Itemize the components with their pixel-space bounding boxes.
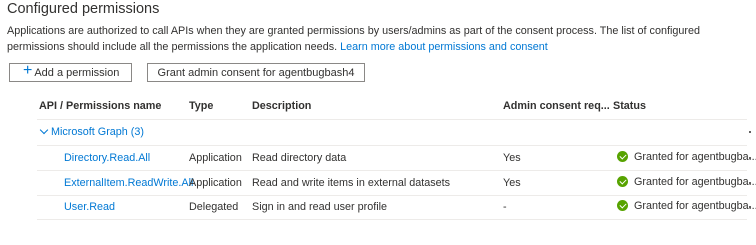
status-text: Granted for agentbugba... bbox=[634, 151, 756, 163]
admin-consent-value: Yes bbox=[503, 152, 521, 164]
group-microsoft-graph[interactable]: Microsoft Graph (3) bbox=[51, 126, 144, 138]
column-header-admin-consent[interactable]: Admin consent req... bbox=[503, 100, 610, 112]
permission-description: Sign in and read user profile bbox=[252, 201, 388, 213]
add-permission-label: Add a permission bbox=[34, 66, 120, 79]
row-divider bbox=[37, 145, 747, 146]
more-options-icon[interactable] bbox=[749, 182, 751, 184]
permission-description: Read and write items in external dataset… bbox=[252, 177, 451, 189]
admin-consent-value: Yes bbox=[503, 177, 521, 189]
permission-type: Delegated bbox=[189, 201, 239, 213]
more-options-icon[interactable] bbox=[749, 131, 751, 133]
permission-type: Application bbox=[189, 152, 242, 164]
grant-admin-consent-label: Grant admin consent for agentbugbash4 bbox=[157, 66, 355, 79]
row-divider bbox=[37, 170, 747, 171]
status-text: Granted for agentbugba... bbox=[634, 200, 756, 212]
admin-consent-value: - bbox=[503, 201, 507, 213]
permission-name-link[interactable]: Directory.Read.All bbox=[64, 152, 150, 164]
permission-description: Read directory data bbox=[252, 152, 347, 164]
column-header-status[interactable]: Status bbox=[613, 100, 646, 112]
checkmark-circle-icon bbox=[617, 176, 628, 187]
learn-more-link[interactable]: Learn more about permissions and consent bbox=[340, 41, 548, 53]
add-permission-button[interactable]: + Add a permission bbox=[9, 61, 132, 82]
status-text: Granted for agentbugba... bbox=[634, 176, 756, 188]
checkmark-circle-icon bbox=[617, 200, 628, 211]
column-header-type[interactable]: Type bbox=[189, 100, 213, 112]
more-options-icon[interactable] bbox=[749, 157, 751, 159]
chevron-down-icon[interactable] bbox=[39, 125, 49, 135]
row-divider bbox=[37, 219, 747, 220]
section-description: Applications are authorized to call APIs… bbox=[7, 23, 752, 55]
column-header-description[interactable]: Description bbox=[252, 100, 311, 112]
permission-name-link[interactable]: ExternalItem.ReadWrite.All bbox=[64, 177, 193, 189]
grant-admin-consent-button[interactable]: Grant admin consent for agentbugbash4 bbox=[147, 63, 365, 82]
header-divider bbox=[37, 119, 747, 120]
plus-icon: + bbox=[23, 61, 33, 79]
permission-type: Application bbox=[189, 177, 242, 189]
more-options-icon[interactable] bbox=[749, 206, 751, 208]
section-title: Configured permissions bbox=[7, 1, 160, 17]
permission-name-link[interactable]: User.Read bbox=[64, 201, 115, 213]
column-header-api[interactable]: API / Permissions name bbox=[39, 100, 161, 112]
checkmark-circle-icon bbox=[617, 151, 628, 162]
row-divider bbox=[37, 195, 747, 196]
